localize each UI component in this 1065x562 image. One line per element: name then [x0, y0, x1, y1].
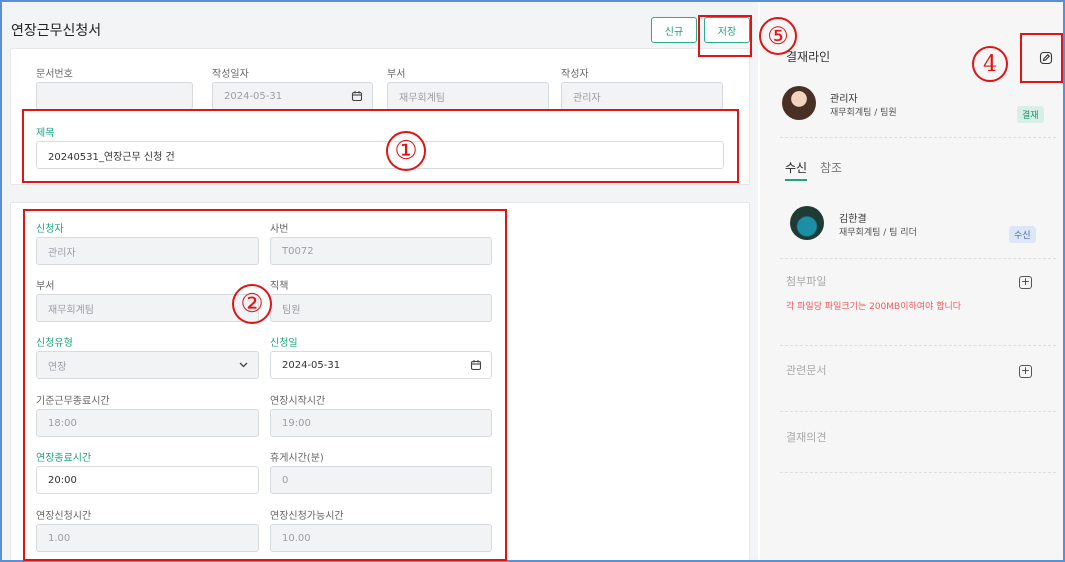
avatar — [790, 206, 824, 240]
attachment-size-note: 각 파일당 파일크기는 200MB이하여야 합니다 — [786, 302, 962, 312]
approval-opinion-title: 결재의견 — [786, 431, 827, 444]
doc-no-label: 문서번호 — [36, 69, 73, 80]
chevron-down-icon — [238, 359, 249, 373]
approval-sidebar: 결재라인 관리자 재무회계팀 / 팀원 결재 수신 참조 김한결 재무회계팀 /… — [760, 2, 1063, 560]
form-dept-field: 재무회계팀 — [36, 294, 259, 322]
ext-start-field: 19:00 — [270, 409, 492, 437]
approver-dept: 재무회계팀 / 팀원 — [830, 108, 897, 118]
status-badge: 결재 — [1017, 106, 1044, 123]
tab-receive[interactable]: 수신 — [785, 159, 807, 176]
add-related-doc-icon[interactable]: + — [1019, 365, 1032, 378]
receiver-dept: 재무회계팀 / 팀 리더 — [839, 228, 917, 238]
annotation-number-1: ① — [386, 131, 426, 171]
type-label: 신청유형 — [36, 338, 73, 349]
calendar-icon[interactable] — [470, 359, 482, 374]
divider — [780, 345, 1056, 346]
add-attachment-icon[interactable]: + — [1019, 276, 1032, 289]
annotation-number-2: ② — [232, 284, 272, 324]
approver-name: 관리자 — [830, 94, 858, 105]
std-end-label: 기준근무종료시간 — [36, 396, 110, 407]
ext-end-label: 연장종료시간 — [36, 453, 92, 464]
application-form-card: 신청자 관리자 사번 T0072 부서 재무회계팀 직책 팀원 신청유형 연장 … — [10, 202, 750, 560]
apply-date-value: 2024-05-31 — [282, 359, 341, 371]
emp-no-label: 사번 — [270, 224, 289, 235]
receiver-name: 김한결 — [839, 214, 867, 225]
divider — [780, 472, 1056, 473]
applicant-label: 신청자 — [36, 224, 64, 235]
break-label: 휴게시간(분) — [270, 453, 324, 464]
page-title: 연장근무신청서 — [11, 23, 102, 39]
ext-avail-label: 연장신청가능시간 — [270, 511, 344, 522]
ext-hours-field: 1.00 — [36, 524, 259, 552]
author-field: 관리자 — [561, 82, 723, 110]
annotation-number-5: ⑤ — [759, 17, 797, 55]
tab-reference[interactable]: 참조 — [820, 159, 842, 176]
approval-line-title: 결재라인 — [786, 50, 831, 64]
subject-label: 제목 — [36, 128, 55, 139]
doc-no-field — [36, 82, 193, 110]
divider — [780, 411, 1056, 412]
type-value: 연장 — [48, 361, 67, 373]
std-end-field: 18:00 — [36, 409, 259, 437]
subject-input[interactable]: 20240531_연장근무 신청 건 — [36, 141, 724, 169]
divider — [780, 137, 1056, 138]
break-field: 0 — [270, 466, 492, 494]
type-select[interactable]: 연장 — [36, 351, 259, 379]
date-value: 2024-05-31 — [224, 90, 283, 102]
position-field: 팀원 — [270, 294, 492, 322]
related-docs-title: 관련문서 — [786, 364, 827, 377]
apply-date-input[interactable]: 2024-05-31 — [270, 351, 492, 379]
emp-no-field: T0072 — [270, 237, 492, 265]
author-label: 작성자 — [561, 69, 589, 80]
document-info-card: 문서번호 작성일자 2024-05-31 부서 재무회계팀 작성자 관리자 제목… — [10, 48, 750, 185]
attachments-title: 첨부파일 — [786, 275, 827, 288]
ext-avail-field: 10.00 — [270, 524, 492, 552]
tab-active-indicator — [785, 179, 807, 181]
apply-date-label: 신청일 — [270, 338, 298, 349]
form-dept-label: 부서 — [36, 281, 55, 292]
position-label: 직책 — [270, 281, 289, 292]
save-button[interactable]: 저장 — [704, 17, 750, 43]
avatar — [782, 86, 816, 120]
date-field[interactable]: 2024-05-31 — [212, 82, 373, 110]
ext-end-input[interactable]: 20:00 — [36, 466, 259, 494]
status-badge: 수신 — [1009, 226, 1036, 243]
dept-field: 재무회계팀 — [387, 82, 549, 110]
ext-start-label: 연장시작시간 — [270, 396, 326, 407]
calendar-icon[interactable] — [351, 90, 363, 105]
applicant-field: 관리자 — [36, 237, 259, 265]
main-panel: 연장근무신청서 신규 저장 문서번호 작성일자 2024-05-31 부서 재무… — [2, 2, 758, 560]
new-button[interactable]: 신규 — [651, 17, 697, 43]
annotation-number-4: 4 — [972, 46, 1008, 82]
divider — [780, 258, 1056, 259]
date-label: 작성일자 — [212, 69, 249, 80]
edit-icon[interactable] — [1039, 50, 1053, 69]
dept-label: 부서 — [387, 69, 406, 80]
ext-hours-label: 연장신청시간 — [36, 511, 92, 522]
